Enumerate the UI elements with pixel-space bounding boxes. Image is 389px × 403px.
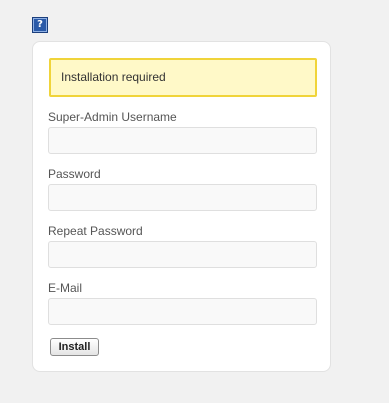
install-button[interactable]: Install bbox=[50, 338, 99, 356]
repeat-password-label: Repeat Password bbox=[48, 224, 143, 238]
email-label: E-Mail bbox=[48, 281, 83, 295]
install-panel: Installation required Super-Admin Userna… bbox=[32, 41, 331, 372]
password-label: Password bbox=[48, 167, 101, 181]
installation-required-notice: Installation required bbox=[49, 58, 317, 97]
repeat-password-input[interactable] bbox=[48, 241, 317, 268]
username-label: Super-Admin Username bbox=[48, 110, 177, 124]
help-icon[interactable]: ? bbox=[32, 17, 48, 33]
email-input[interactable] bbox=[48, 298, 317, 325]
username-input[interactable] bbox=[48, 127, 317, 154]
password-input[interactable] bbox=[48, 184, 317, 211]
